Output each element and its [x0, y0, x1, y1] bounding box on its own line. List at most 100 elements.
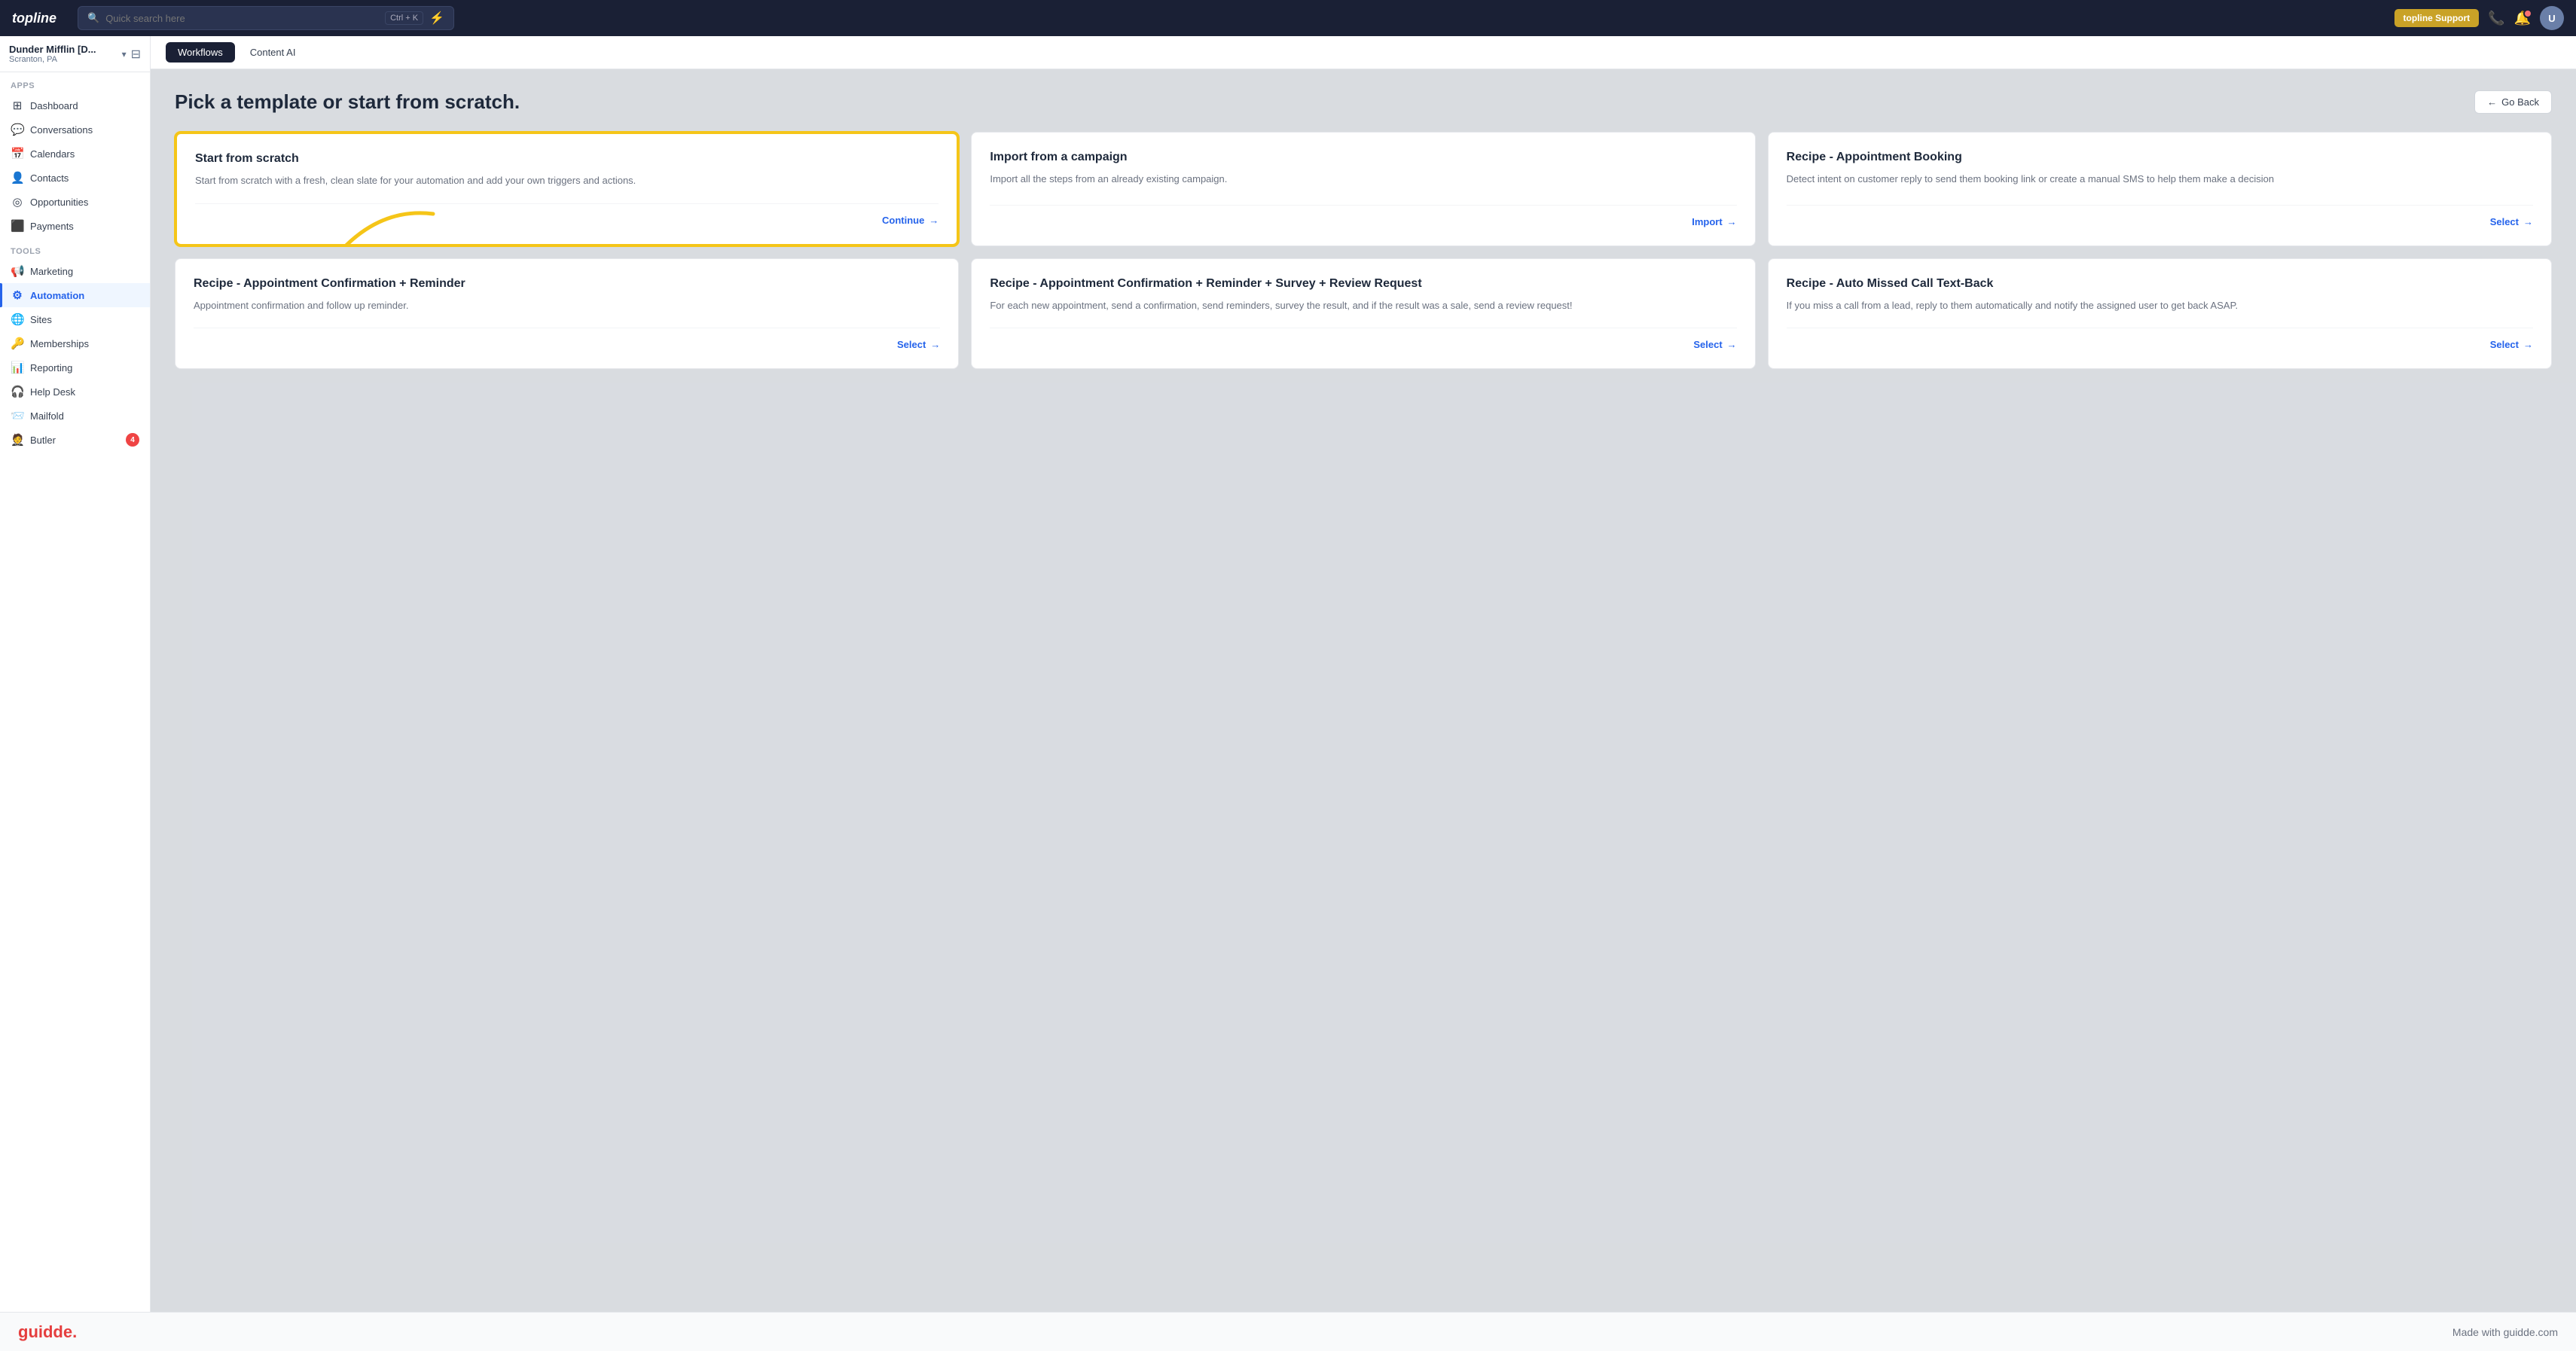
reporting-icon: 📊	[11, 361, 24, 374]
template-card-start-from-scratch[interactable]: Start from scratch Start from scratch wi…	[175, 132, 959, 246]
sidebar-item-memberships[interactable]: 🔑 Memberships	[0, 331, 150, 355]
arrow-right-icon: →	[1727, 216, 1737, 227]
app-logo: topline	[12, 11, 56, 26]
conversations-icon: 💬	[11, 123, 24, 136]
card-description: Appointment confirmation and follow up r…	[194, 298, 940, 313]
main-layout: Dunder Mifflin [D... Scranton, PA ▾ ⊟ Ap…	[0, 36, 2576, 1312]
sidebar-item-sites[interactable]: 🌐 Sites	[0, 307, 150, 331]
sidebar-item-helpdesk[interactable]: 🎧 Help Desk	[0, 380, 150, 404]
arrow-left-icon: ←	[2487, 96, 2497, 108]
arrow-right-icon: →	[1727, 339, 1737, 350]
workspace-selector[interactable]: Dunder Mifflin [D... Scranton, PA ▾ ⊟	[0, 36, 150, 72]
card-action-area: Continue →	[195, 203, 939, 226]
sidebar-item-automation[interactable]: ⚙ Automation	[0, 283, 150, 307]
helpdesk-icon: 🎧	[11, 385, 24, 398]
guidde-logo: guidde.	[18, 1322, 77, 1342]
go-back-button[interactable]: ← Go Back	[2474, 90, 2552, 114]
search-bar[interactable]: 🔍 Ctrl + K ⚡	[78, 6, 454, 30]
memberships-icon: 🔑	[11, 337, 24, 350]
template-card-missed-call[interactable]: Recipe - Auto Missed Call Text-Back If y…	[1768, 258, 2552, 370]
card-title: Import from a campaign	[990, 151, 1736, 164]
template-card-appointment-survey[interactable]: Recipe - Appointment Confirmation + Remi…	[971, 258, 1755, 370]
phone-icon[interactable]: 📞	[2488, 11, 2504, 26]
card-description: If you miss a call from a lead, reply to…	[1787, 298, 2533, 313]
search-icon: 🔍	[87, 12, 99, 24]
top-navigation: topline 🔍 Ctrl + K ⚡ topline Support 📞 🔔…	[0, 0, 2576, 36]
search-shortcut: Ctrl + K	[385, 11, 423, 25]
card-description: Detect intent on customer reply to send …	[1787, 172, 2533, 190]
topnav-right-actions: topline Support 📞 🔔 U	[2394, 6, 2565, 30]
calendars-icon: 📅	[11, 147, 24, 160]
template-grid: Start from scratch Start from scratch wi…	[175, 132, 2552, 369]
butler-badge: 4	[126, 433, 139, 447]
sidebar-item-conversations[interactable]: 💬 Conversations	[0, 117, 150, 142]
sidebar-item-label: Payments	[30, 221, 74, 232]
sidebar-item-mailfold[interactable]: 📨 Mailfold	[0, 404, 150, 428]
bolt-icon[interactable]: ⚡	[429, 11, 444, 26]
sidebar: Dunder Mifflin [D... Scranton, PA ▾ ⊟ Ap…	[0, 36, 151, 1312]
sub-tab-bar: Workflows Content AI	[151, 36, 2576, 69]
arrow-right-icon: →	[929, 215, 939, 226]
avatar[interactable]: U	[2540, 6, 2564, 30]
sidebar-section-tools: Tools	[0, 238, 150, 259]
sidebar-item-label: Mailfold	[30, 410, 64, 422]
search-input[interactable]	[105, 13, 379, 24]
card-title: Recipe - Appointment Confirmation + Remi…	[990, 277, 1736, 291]
payments-icon: ⬛	[11, 219, 24, 233]
select-button[interactable]: Select →	[2490, 216, 2533, 227]
sidebar-item-label: Calendars	[30, 148, 75, 160]
card-title: Start from scratch	[195, 152, 939, 166]
sidebar-item-opportunities[interactable]: ◎ Opportunities	[0, 190, 150, 214]
sidebar-item-label: Sites	[30, 314, 52, 325]
select-button[interactable]: Select →	[897, 339, 940, 350]
template-card-import-campaign[interactable]: Import from a campaign Import all the st…	[971, 132, 1755, 246]
sidebar-item-marketing[interactable]: 📢 Marketing	[0, 259, 150, 283]
sidebar-item-label: Conversations	[30, 124, 93, 136]
marketing-icon: 📢	[11, 264, 24, 278]
sidebar-item-label: Reporting	[30, 362, 72, 374]
chevron-down-icon: ▾	[122, 49, 127, 59]
select-label: Select	[1693, 339, 1722, 350]
sidebar-item-dashboard[interactable]: ⊞ Dashboard	[0, 93, 150, 117]
continue-button[interactable]: Continue →	[882, 215, 939, 226]
workspace-name: Dunder Mifflin [D...	[9, 44, 118, 55]
go-back-label: Go Back	[2501, 96, 2539, 108]
card-description: Start from scratch with a fresh, clean s…	[195, 173, 939, 188]
notification-icon[interactable]: 🔔	[2514, 11, 2531, 26]
sidebar-item-calendars[interactable]: 📅 Calendars	[0, 142, 150, 166]
select-label: Select	[2490, 339, 2519, 350]
sidebar-item-label: Marketing	[30, 266, 73, 277]
select-button[interactable]: Select →	[2490, 339, 2533, 350]
dashboard-icon: ⊞	[11, 99, 24, 112]
sites-icon: 🌐	[11, 313, 24, 326]
guidde-footer: guidde. Made with guidde.com	[0, 1312, 2576, 1351]
page-content: Pick a template or start from scratch. ←…	[151, 69, 2576, 1312]
card-description: Import all the steps from an already exi…	[990, 172, 1736, 190]
tab-workflows[interactable]: Workflows	[166, 42, 235, 63]
sidebar-item-contacts[interactable]: 👤 Contacts	[0, 166, 150, 190]
import-label: Import	[1692, 216, 1722, 227]
import-button[interactable]: Import →	[1692, 216, 1736, 227]
sidebar-toggle-icon[interactable]: ⊟	[131, 47, 141, 62]
continue-label: Continue	[882, 215, 924, 226]
card-title: Recipe - Appointment Booking	[1787, 151, 2533, 164]
page-header: Pick a template or start from scratch. ←…	[175, 90, 2552, 114]
sidebar-item-label: Memberships	[30, 338, 89, 349]
template-card-appointment-booking[interactable]: Recipe - Appointment Booking Detect inte…	[1768, 132, 2552, 246]
sidebar-item-label: Help Desk	[30, 386, 75, 398]
support-button[interactable]: topline Support	[2394, 9, 2480, 27]
sidebar-item-reporting[interactable]: 📊 Reporting	[0, 355, 150, 380]
card-title: Recipe - Auto Missed Call Text-Back	[1787, 277, 2533, 291]
sidebar-item-label: Contacts	[30, 172, 69, 184]
arrow-right-icon: →	[930, 339, 940, 350]
card-action-area: Select →	[1787, 205, 2533, 227]
card-action-area: Import →	[990, 205, 1736, 227]
automation-icon: ⚙	[11, 288, 24, 302]
tab-content-ai[interactable]: Content AI	[238, 42, 308, 63]
page-title: Pick a template or start from scratch.	[175, 90, 520, 114]
card-action-area: Select →	[194, 328, 940, 350]
sidebar-item-payments[interactable]: ⬛ Payments	[0, 214, 150, 238]
select-button[interactable]: Select →	[1693, 339, 1736, 350]
template-card-appointment-confirmation[interactable]: Recipe - Appointment Confirmation + Remi…	[175, 258, 959, 370]
sidebar-item-butler[interactable]: 🤵 Butler 4	[0, 428, 150, 452]
